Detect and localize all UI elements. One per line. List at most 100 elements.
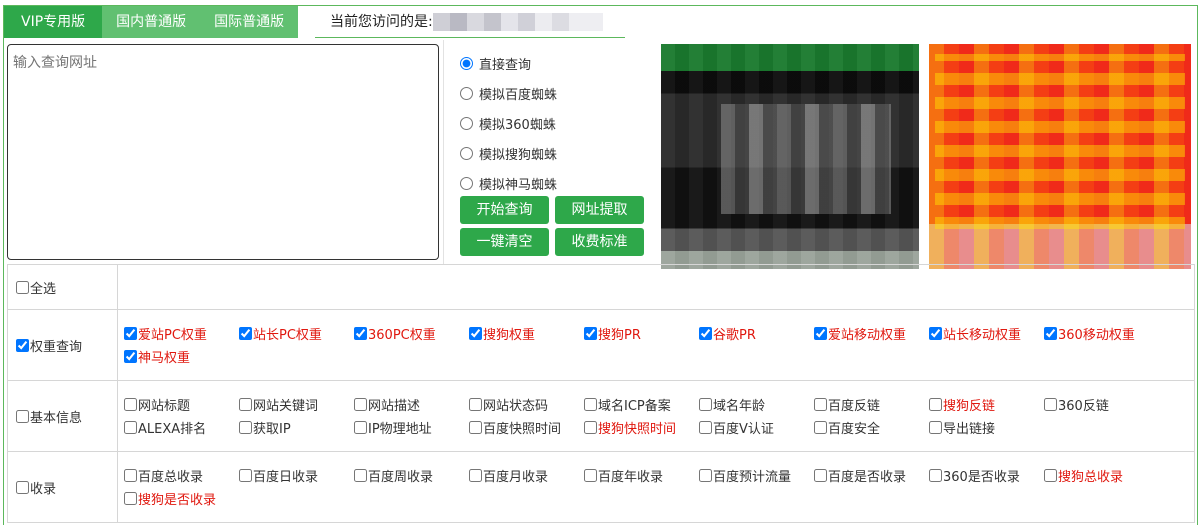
option-checkbox[interactable] — [699, 327, 712, 340]
option-checkbox[interactable] — [1044, 469, 1057, 482]
option-item[interactable]: 网站标题 — [124, 393, 239, 416]
option-checkbox[interactable] — [699, 421, 712, 434]
option-item[interactable]: 搜狗快照时间 — [584, 416, 699, 439]
option-checkbox[interactable] — [469, 398, 482, 411]
option-checkbox[interactable] — [469, 327, 482, 340]
ad-banner-red[interactable] — [929, 44, 1191, 269]
group-basic[interactable]: 基本信息 — [16, 407, 117, 426]
group-index-checkbox[interactable] — [16, 480, 29, 494]
option-item[interactable]: 网站关键词 — [239, 393, 354, 416]
option-checkbox[interactable] — [124, 327, 137, 340]
option-checkbox[interactable] — [469, 469, 482, 482]
option-item[interactable]: 域名年龄 — [699, 393, 814, 416]
option-checkbox[interactable] — [124, 492, 137, 505]
option-checkbox[interactable] — [124, 398, 137, 411]
option-item[interactable]: 站长PC权重 — [239, 322, 354, 345]
option-checkbox[interactable] — [239, 398, 252, 411]
mode-direct[interactable]: 直接查询 — [459, 48, 557, 78]
url-input[interactable] — [7, 44, 439, 260]
option-item[interactable]: 搜狗权重 — [469, 322, 584, 345]
option-item[interactable]: 360移动权重 — [1044, 322, 1159, 345]
option-checkbox[interactable] — [814, 327, 827, 340]
tab-international[interactable]: 国际普通版 — [200, 6, 299, 38]
option-item[interactable]: 导出链接 — [929, 416, 1044, 439]
mode-360-spider-radio[interactable] — [460, 116, 473, 130]
option-checkbox[interactable] — [124, 350, 137, 363]
option-item[interactable]: 搜狗PR — [584, 322, 699, 345]
option-checkbox[interactable] — [929, 469, 942, 482]
option-item[interactable]: 360反链 — [1044, 393, 1159, 416]
option-checkbox[interactable] — [929, 421, 942, 434]
option-checkbox[interactable] — [699, 469, 712, 482]
group-basic-checkbox[interactable] — [16, 409, 29, 423]
option-checkbox[interactable] — [354, 398, 367, 411]
option-checkbox[interactable] — [929, 398, 942, 411]
option-item[interactable]: 百度周收录 — [354, 464, 469, 487]
option-checkbox[interactable] — [1044, 327, 1057, 340]
option-checkbox[interactable] — [1044, 398, 1057, 411]
option-item[interactable]: 获取IP — [239, 416, 354, 439]
option-checkbox[interactable] — [814, 398, 827, 411]
option-item[interactable]: 谷歌PR — [699, 322, 814, 345]
option-item[interactable]: 百度日收录 — [239, 464, 354, 487]
option-item[interactable]: 搜狗反链 — [929, 393, 1044, 416]
option-checkbox[interactable] — [124, 469, 137, 482]
start-query-button[interactable]: 开始查询 — [460, 196, 549, 224]
option-checkbox[interactable] — [699, 398, 712, 411]
mode-baidu-spider[interactable]: 模拟百度蜘蛛 — [459, 78, 557, 108]
option-checkbox[interactable] — [584, 327, 597, 340]
option-item[interactable]: 站长移动权重 — [929, 322, 1044, 345]
option-checkbox[interactable] — [814, 421, 827, 434]
select-all[interactable]: 全选 — [16, 278, 117, 297]
option-checkbox[interactable] — [584, 469, 597, 482]
option-item[interactable]: 爱站移动权重 — [814, 322, 929, 345]
option-item[interactable]: 百度反链 — [814, 393, 929, 416]
option-checkbox[interactable] — [929, 327, 942, 340]
option-checkbox[interactable] — [239, 327, 252, 340]
option-checkbox[interactable] — [469, 421, 482, 434]
mode-sogou-spider[interactable]: 模拟搜狗蜘蛛 — [459, 138, 557, 168]
option-checkbox[interactable] — [814, 469, 827, 482]
option-item[interactable]: 360是否收录 — [929, 464, 1044, 487]
mode-shenma-spider[interactable]: 模拟神马蜘蛛 — [459, 168, 557, 198]
group-weight-checkbox[interactable] — [16, 338, 29, 352]
mode-shenma-spider-radio[interactable] — [460, 176, 473, 190]
group-weight[interactable]: 权重查询 — [16, 336, 117, 355]
option-item[interactable]: 百度安全 — [814, 416, 929, 439]
option-item[interactable]: ALEXA排名 — [124, 416, 239, 439]
extract-url-button[interactable]: 网址提取 — [555, 196, 644, 224]
select-all-checkbox[interactable] — [16, 280, 29, 294]
option-item[interactable]: 搜狗总收录 — [1044, 464, 1159, 487]
option-checkbox[interactable] — [239, 469, 252, 482]
option-checkbox[interactable] — [124, 421, 137, 434]
tab-domestic[interactable]: 国内普通版 — [102, 6, 201, 38]
option-item[interactable]: 360PC权重 — [354, 322, 469, 345]
option-item[interactable]: 神马权重 — [124, 345, 239, 368]
option-checkbox[interactable] — [354, 327, 367, 340]
option-item[interactable]: 网站状态码 — [469, 393, 584, 416]
option-checkbox[interactable] — [239, 421, 252, 434]
option-item[interactable]: 爱站PC权重 — [124, 322, 239, 345]
option-item[interactable]: 百度预计流量 — [699, 464, 814, 487]
mode-baidu-spider-radio[interactable] — [460, 86, 473, 100]
pricing-button[interactable]: 收费标准 — [555, 228, 644, 256]
option-checkbox[interactable] — [584, 421, 597, 434]
mode-direct-radio[interactable] — [460, 56, 473, 70]
option-item[interactable]: 域名ICP备案 — [584, 393, 699, 416]
group-index[interactable]: 收录 — [16, 478, 117, 497]
option-checkbox[interactable] — [354, 469, 367, 482]
option-item[interactable]: 百度快照时间 — [469, 416, 584, 439]
option-item[interactable]: 百度年收录 — [584, 464, 699, 487]
option-checkbox[interactable] — [354, 421, 367, 434]
option-item[interactable]: 百度V认证 — [699, 416, 814, 439]
option-item[interactable]: 百度是否收录 — [814, 464, 929, 487]
option-checkbox[interactable] — [584, 398, 597, 411]
option-item[interactable]: 百度总收录 — [124, 464, 239, 487]
option-item[interactable]: IP物理地址 — [354, 416, 469, 439]
option-item[interactable]: 网站描述 — [354, 393, 469, 416]
tab-vip[interactable]: VIP专用版 — [4, 6, 103, 38]
clear-all-button[interactable]: 一键清空 — [460, 228, 549, 256]
mode-360-spider[interactable]: 模拟360蜘蛛 — [459, 108, 557, 138]
option-item[interactable]: 搜狗是否收录 — [124, 487, 239, 510]
mode-sogou-spider-radio[interactable] — [460, 146, 473, 160]
